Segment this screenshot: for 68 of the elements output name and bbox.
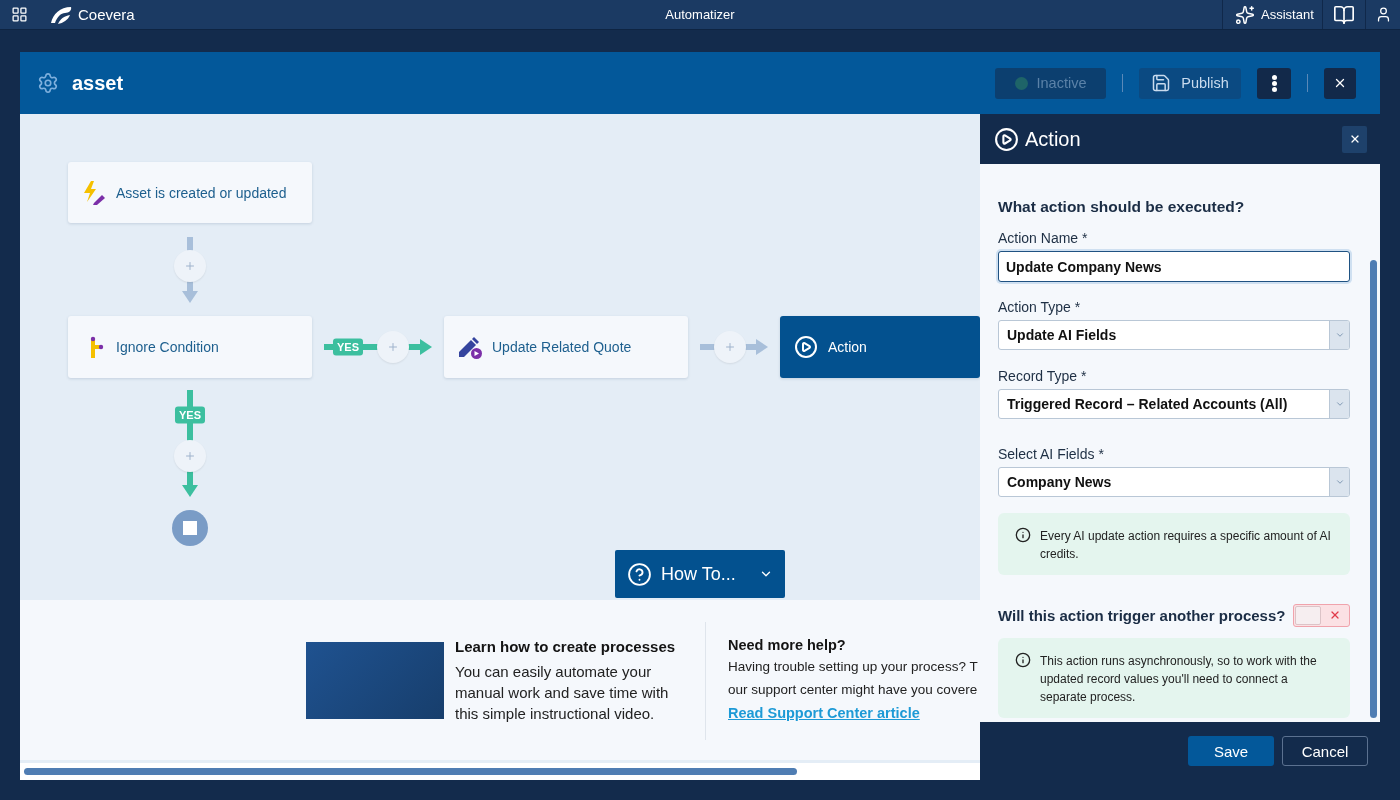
toggle-switch[interactable] [1293,603,1350,627]
action-node[interactable]: Action [780,316,980,378]
branch-label: YES [175,406,205,424]
video-thumbnail[interactable] [306,642,444,719]
more-button[interactable] [1257,67,1291,99]
field-label: Select AI Fields * [998,445,1105,463]
panel-title: Action [1025,127,1082,151]
plus-icon [184,450,196,462]
how-to-button[interactable]: How To... [615,550,785,598]
chevron-down-icon [1334,477,1345,487]
help-icon [627,561,652,587]
plus-icon [387,341,399,353]
field-label: Action Name * [998,229,1089,247]
info-icon [1015,527,1031,543]
question-heading: Will this action trigger another process? [998,606,1286,624]
pencil-play-icon [458,335,482,359]
add-step-button[interactable] [174,440,206,472]
assistant-button[interactable]: Assistant [1222,0,1322,29]
help-title: Need more help? [728,636,847,655]
publish-button[interactable]: Publish [1139,67,1241,99]
info-icon [1015,652,1031,668]
input-field[interactable]: Update Company News [998,251,1350,282]
grid-icon [11,6,28,23]
close-button[interactable] [1342,125,1367,153]
select-field[interactable]: Update AI Fields [998,320,1350,350]
save-icon [1151,73,1172,93]
field-label: Action Type * [998,298,1082,316]
select-field[interactable]: Triggered Record – Related Accounts (All) [998,389,1350,419]
save-button[interactable]: Save [1188,736,1274,766]
close-icon [1333,76,1347,90]
help-text: our support center might have you covere [728,681,978,699]
chevron-down-icon [1334,330,1345,340]
field-label: Record Type * [998,367,1088,385]
condition-node[interactable]: Ignore Condition [68,316,312,378]
scrollbar-thumb[interactable] [1370,260,1377,718]
select-field[interactable]: Company News [998,467,1350,497]
sparkles-icon [1235,4,1255,25]
chevron-down-icon [1334,399,1345,409]
app-title: Automatizer [665,7,735,22]
form-heading: What action should be executed? [998,197,1246,217]
add-step-button[interactable] [714,331,746,363]
add-step-button[interactable] [377,331,409,363]
brand-name: Coevera [78,6,135,23]
more-icon [1271,74,1277,92]
stop-icon [172,510,208,546]
book-icon [1333,3,1355,26]
help-text: Having trouble setting up your process? T [728,658,978,676]
update-node[interactable]: Update Related Quote [444,316,688,378]
add-step-button[interactable] [174,250,206,282]
apps-button[interactable] [11,6,28,23]
plus-icon [724,341,736,353]
play-circle-icon [794,335,818,359]
lightning-pencil-icon [82,180,106,205]
play-circle-icon [994,126,1019,152]
note-text: This action runs asynchronously, so to work with the updated record values you'll need to connect a separate process. [1040,653,1318,706]
cross-icon [1329,609,1341,621]
help-title: Learn how to create processes [455,637,677,657]
note-text: Every AI update action requires a specific amount of AI credits. [1040,528,1332,563]
cancel-button[interactable]: Cancel [1282,736,1368,766]
settings-icon [37,72,59,94]
process-name: asset [72,71,125,95]
close-button[interactable] [1324,67,1356,99]
trigger-node[interactable]: Asset is created or updated [68,162,312,223]
logo-icon [49,4,73,25]
help-text: You can easily automate your manual work and save time with this simple instructional video. [455,662,670,724]
scrollbar-thumb[interactable] [24,768,797,775]
branch-label: YES [333,338,363,356]
plus-icon [184,260,196,272]
